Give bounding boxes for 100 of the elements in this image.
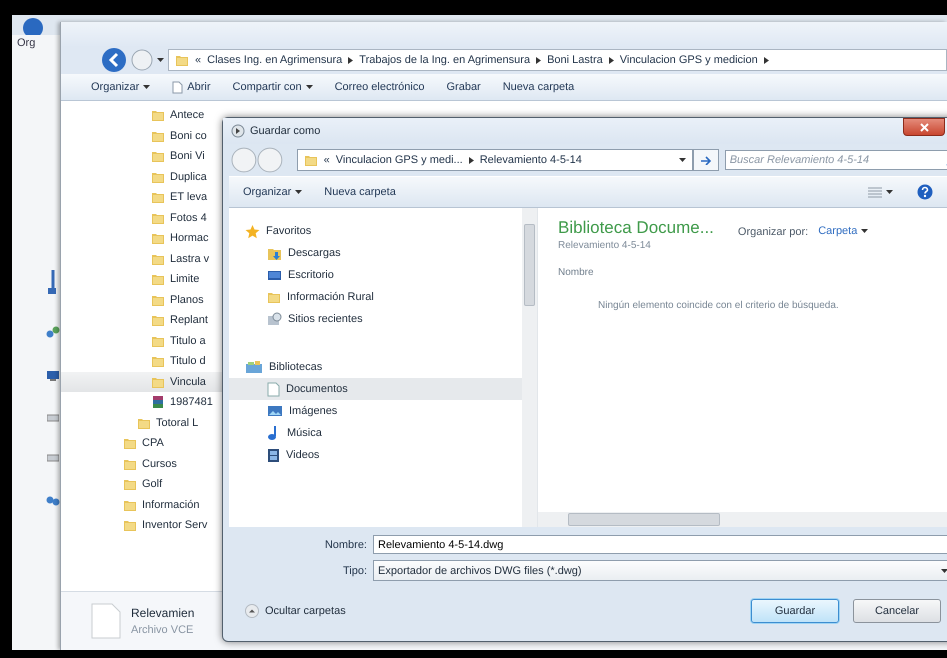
toolbar-button[interactable]: Organizar bbox=[235, 184, 310, 200]
caret-icon bbox=[861, 229, 868, 233]
search-field[interactable]: Buscar Relevamiento 4-5-14 bbox=[724, 150, 947, 170]
nav-item[interactable]: Descargas bbox=[229, 242, 522, 264]
folder-tree-item[interactable]: Replant bbox=[61, 310, 223, 330]
toolbar-button[interactable]: Nueva carpeta bbox=[494, 79, 582, 95]
folder-tree-item[interactable]: Boni co bbox=[61, 126, 223, 146]
folder-tree-item[interactable]: Fotos 4 bbox=[61, 208, 223, 228]
nav-item[interactable]: Documentos bbox=[229, 378, 522, 400]
image-icon bbox=[267, 404, 283, 418]
folder-tree-item[interactable]: Titulo a bbox=[61, 330, 223, 351]
breadcrumb-item[interactable]: Relevamiento 4-5-14 bbox=[480, 154, 582, 166]
folder-tree-item[interactable]: Titulo d bbox=[61, 351, 223, 372]
folder-icon bbox=[151, 272, 165, 286]
chevron-icon bbox=[468, 156, 474, 164]
address-bar[interactable]: « Vinculacion GPS y medi... Relevamiento 4-5-14 bbox=[296, 149, 693, 171]
nav-item[interactable]: Sitios recientes bbox=[229, 308, 522, 330]
dialog-button[interactable]: Cancelar bbox=[853, 599, 941, 623]
file-type-dropdown[interactable]: Exportador de archivos DWG files (*.dwg) bbox=[373, 560, 947, 581]
refresh-button[interactable] bbox=[692, 149, 719, 171]
nav-item[interactable]: Escritorio bbox=[229, 264, 522, 286]
list-view-icon bbox=[868, 186, 882, 198]
caret-icon bbox=[678, 158, 686, 162]
star-icon bbox=[245, 224, 260, 238]
collapse-icon bbox=[245, 604, 259, 618]
arrange-by-dropdown[interactable]: Carpeta bbox=[816, 224, 870, 238]
folder-tree-item[interactable]: Planos bbox=[61, 290, 223, 310]
folder-icon bbox=[151, 354, 165, 368]
toolbar-button[interactable]: Organizar bbox=[83, 79, 158, 95]
back-button-icon[interactable] bbox=[101, 47, 127, 73]
field-label: Nombre: bbox=[324, 538, 367, 550]
close-icon bbox=[920, 122, 928, 132]
document-icon bbox=[267, 382, 280, 396]
toolbar-button[interactable]: Nueva carpeta bbox=[316, 184, 404, 200]
toolbar-button[interactable]: Correo electrónico bbox=[326, 79, 432, 95]
folder-tree-item[interactable]: Boni Vi bbox=[61, 146, 223, 166]
library-icon bbox=[245, 360, 263, 374]
help-icon[interactable] bbox=[917, 184, 933, 200]
folder-tree-item[interactable]: Lastra v bbox=[61, 248, 223, 269]
folder-tree-item[interactable]: Duplica bbox=[61, 166, 223, 187]
toolbar-label: Org bbox=[17, 37, 36, 49]
nav-item[interactable]: Música bbox=[229, 422, 522, 444]
dialog-button[interactable]: Guardar bbox=[751, 599, 839, 623]
folder-tree-item[interactable]: Cursos bbox=[61, 454, 223, 474]
drive-icon bbox=[47, 414, 59, 422]
folder-icon bbox=[267, 290, 281, 304]
document-icon bbox=[172, 80, 184, 94]
caret-icon bbox=[295, 190, 302, 194]
chevron-icon bbox=[536, 56, 542, 64]
scrollbar[interactable] bbox=[538, 512, 947, 527]
nav-group[interactable]: Favoritos bbox=[229, 220, 522, 242]
folder-tree-item[interactable]: Inventor Serv bbox=[61, 515, 223, 536]
close-button[interactable] bbox=[903, 118, 945, 136]
address-bar[interactable]: « Clases Ing. en Agrimensura Trabajos de la Ing. en Agrimensura Boni Lastra Vinculacion GPS y medicion bbox=[168, 49, 947, 71]
scrollbar[interactable] bbox=[522, 208, 537, 527]
toolbar-button[interactable]: Compartir con bbox=[224, 79, 321, 95]
file-type: Archivo VCE bbox=[131, 624, 194, 636]
window-title: Guardar como bbox=[250, 125, 320, 137]
folder-tree-item[interactable]: CPA bbox=[61, 433, 223, 454]
folder-icon bbox=[123, 436, 137, 450]
breadcrumb-item[interactable]: Vinculacion GPS y medi... bbox=[336, 154, 463, 166]
file-icon bbox=[91, 603, 121, 639]
folder-icon bbox=[123, 518, 137, 532]
toolbar-button[interactable]: Grabar bbox=[438, 79, 489, 95]
folder-tree-item[interactable]: Información bbox=[61, 494, 223, 515]
folder-tree-item[interactable]: Hormac bbox=[61, 228, 223, 248]
caret-icon bbox=[886, 190, 893, 194]
breadcrumb-item[interactable]: Trabajos de la Ing. en Agrimensura bbox=[359, 54, 530, 66]
recent-places-icon bbox=[267, 312, 282, 326]
folder-icon bbox=[151, 231, 165, 246]
empty-message: Ningún elemento coincide con el criterio de búsqueda. bbox=[598, 300, 840, 311]
hide-folders-button[interactable]: Ocultar carpetas bbox=[243, 602, 348, 620]
nav-item[interactable]: Información Rural bbox=[229, 286, 522, 308]
folder-tree-item[interactable]: Antece bbox=[61, 105, 223, 126]
film-icon bbox=[267, 448, 280, 462]
arrange-by-label: Organizar por: bbox=[738, 226, 808, 238]
folder-icon bbox=[151, 149, 165, 164]
breadcrumb-item[interactable]: Clases Ing. en Agrimensura bbox=[207, 54, 342, 66]
caret-icon bbox=[157, 58, 164, 62]
folder-tree-item[interactable]: Vincula bbox=[61, 372, 223, 392]
nav-group[interactable]: Bibliotecas bbox=[229, 356, 522, 378]
folder-tree-item[interactable]: Totoral L bbox=[61, 412, 223, 433]
breadcrumb-item[interactable]: Vinculacion GPS y medicion bbox=[620, 54, 758, 66]
file-name: Relevamien bbox=[131, 606, 194, 620]
folder-icon bbox=[151, 190, 165, 204]
field-label: Tipo: bbox=[342, 564, 367, 576]
folder-tree-item[interactable]: ET leva bbox=[61, 187, 223, 208]
folder-tree-item[interactable]: Golf bbox=[61, 474, 223, 494]
folder-tree-item[interactable]: Limite bbox=[61, 269, 223, 290]
nav-item[interactable]: Imágenes bbox=[229, 400, 522, 422]
filename-field[interactable]: Relevamiento 4-5-14.dwg bbox=[373, 535, 947, 554]
folder-icon bbox=[123, 477, 137, 492]
network-icon bbox=[46, 494, 60, 506]
breadcrumb-item[interactable]: Boni Lastra bbox=[547, 54, 603, 66]
column-header[interactable]: Nombre bbox=[558, 267, 594, 278]
toolbar-button[interactable]: Abrir bbox=[164, 78, 219, 96]
nav-item[interactable]: Videos bbox=[229, 444, 522, 466]
app-icon bbox=[231, 124, 245, 138]
folder-icon bbox=[151, 313, 165, 328]
folder-tree-item[interactable]: 1987481 bbox=[61, 392, 223, 412]
